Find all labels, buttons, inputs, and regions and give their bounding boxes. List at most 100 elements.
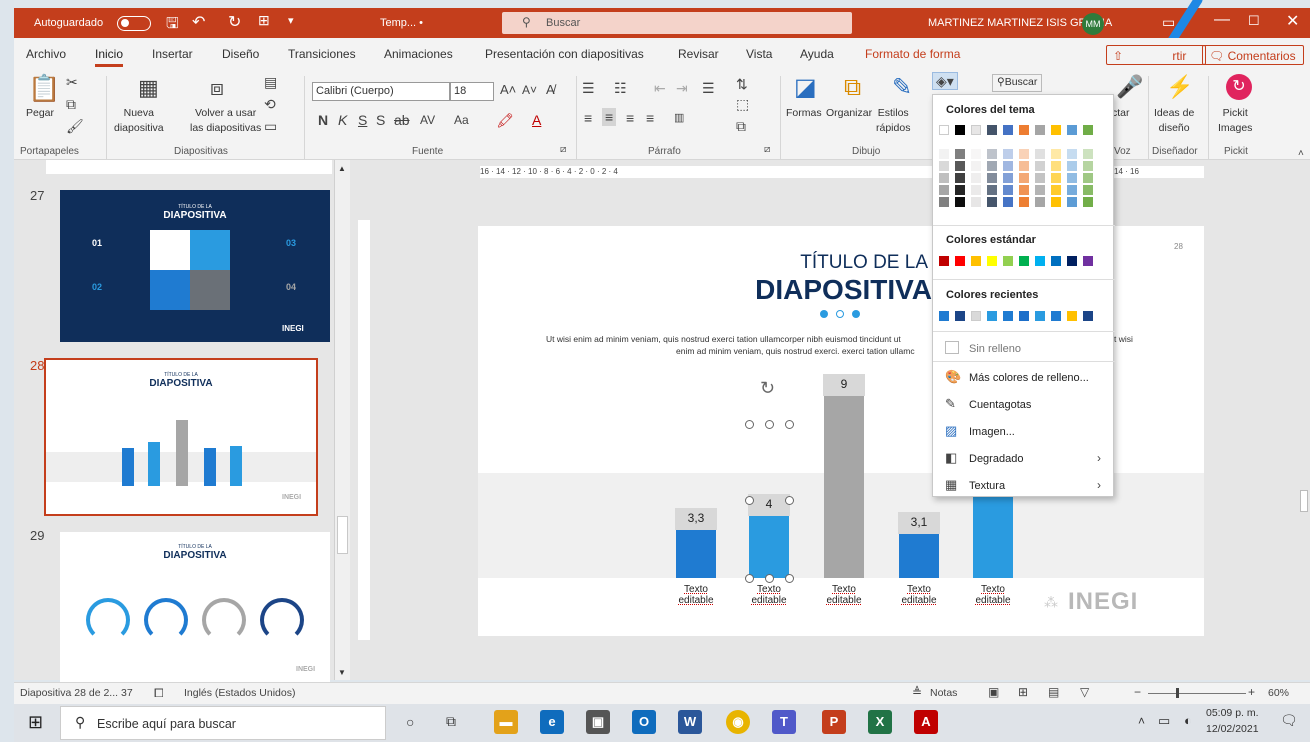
theme-shade-swatch[interactable] [1035, 161, 1045, 171]
dictate-button[interactable]: ctar [1112, 106, 1130, 121]
font-color-icon[interactable]: A [532, 112, 541, 128]
theme-color-swatch[interactable] [987, 125, 997, 135]
slide-body-line-1b[interactable]: t wisi [1114, 334, 1133, 344]
texture-item[interactable]: Textura [969, 480, 1005, 492]
format-painter-icon[interactable]: 🖌 [66, 118, 84, 134]
theme-shade-swatch[interactable] [987, 173, 997, 183]
paste-label[interactable]: Pegar [26, 106, 54, 121]
theme-shade-swatch[interactable] [1083, 173, 1093, 183]
theme-color-swatch[interactable] [1019, 125, 1029, 135]
theme-shade-swatch[interactable] [987, 197, 997, 207]
theme-shade-swatch[interactable] [1067, 173, 1077, 183]
theme-shade-swatch[interactable] [1035, 185, 1045, 195]
standard-color-swatch[interactable] [939, 256, 949, 266]
reading-view-icon[interactable]: ▤ [1048, 685, 1059, 699]
more-colors-item[interactable]: Más colores de relleno... [969, 372, 1089, 384]
tab-formato-forma[interactable]: Formato de forma [865, 47, 960, 61]
customize-qat-icon[interactable]: ▾ [288, 14, 294, 27]
layout-icon[interactable]: ▤ [264, 74, 277, 90]
selection-handle[interactable] [745, 574, 754, 583]
bar-category-label[interactable]: Texto editable [971, 584, 1015, 606]
reuse-slides-button[interactable]: Volver a usar las diapositivas [190, 106, 261, 136]
standard-color-swatch[interactable] [1051, 256, 1061, 266]
paste-icon[interactable]: 📋 [28, 74, 60, 102]
tab-archivo[interactable]: Archivo [26, 47, 66, 61]
theme-shade-swatch[interactable] [987, 161, 997, 171]
theme-shade-swatch[interactable] [1083, 185, 1093, 195]
reset-icon[interactable]: ⟲ [264, 96, 276, 112]
zoom-slider[interactable] [1148, 693, 1246, 694]
arrange-button[interactable]: Organizar [826, 106, 872, 121]
theme-color-swatch[interactable] [1035, 125, 1045, 135]
network-icon[interactable]: ▭ [1158, 713, 1170, 729]
standard-color-swatch[interactable] [987, 256, 997, 266]
pickit-button[interactable]: Pickit Images [1218, 106, 1252, 136]
notifications-icon[interactable]: 🗨 [1280, 712, 1298, 729]
align-center-icon[interactable]: ≡ [602, 108, 617, 126]
selection-handle[interactable] [745, 420, 754, 429]
standard-color-swatch[interactable] [1067, 256, 1077, 266]
comments-button[interactable]: 🗨 Comentarios [1202, 45, 1304, 65]
copy-icon[interactable]: ⧉ [66, 96, 76, 112]
theme-shade-swatch[interactable] [955, 197, 965, 207]
theme-shade-swatch[interactable] [987, 185, 997, 195]
scroll-thumb[interactable] [337, 516, 348, 554]
theme-shade-swatch[interactable] [1019, 149, 1029, 159]
columns-icon[interactable]: ▥ [674, 110, 684, 126]
shapes-icon[interactable]: ◪ [794, 74, 817, 102]
tab-insertar[interactable]: Insertar [152, 47, 193, 61]
theme-shade-swatch[interactable] [1051, 185, 1061, 195]
bar-category-label[interactable]: Texto editable [822, 584, 866, 606]
bar-value-label[interactable]: 9 [823, 373, 865, 396]
italic-button[interactable]: K [338, 112, 347, 128]
theme-shade-swatch[interactable] [1035, 173, 1045, 183]
design-ideas-icon[interactable]: ⚡ [1166, 74, 1193, 100]
zoom-in-icon[interactable]: + [1248, 685, 1255, 699]
eyedropper-item[interactable]: Cuentagotas [969, 399, 1031, 411]
thumbnail-slide-29[interactable]: TÍTULO DE LA DIAPOSITIVA INEGI [60, 532, 330, 684]
standard-color-swatch[interactable] [1003, 256, 1013, 266]
scroll-down-icon[interactable]: ▼ [338, 668, 346, 677]
justify-icon[interactable]: ≡ [646, 110, 654, 126]
cut-icon[interactable]: ✂ [66, 74, 78, 90]
search-box[interactable]: ⚲ Buscar [502, 12, 852, 34]
notes-button[interactable]: Notas [930, 687, 957, 699]
strike-icon[interactable]: ab [394, 112, 410, 128]
new-slide-icon[interactable]: ▦ [138, 76, 159, 100]
theme-shade-swatch[interactable] [1083, 149, 1093, 159]
theme-shade-swatch[interactable] [1035, 149, 1045, 159]
language[interactable]: Inglés (Estados Unidos) [184, 687, 295, 699]
bar-category-label[interactable]: Texto editable [747, 584, 791, 606]
theme-shade-swatch[interactable] [971, 161, 981, 171]
theme-shade-swatch[interactable] [955, 173, 965, 183]
bar[interactable] [824, 375, 864, 578]
recent-color-swatch[interactable] [1035, 311, 1045, 321]
chrome-icon[interactable]: ◉ [726, 710, 750, 734]
selection-handle[interactable] [765, 574, 774, 583]
acrobat-icon[interactable]: A [914, 710, 938, 734]
standard-color-swatch[interactable] [971, 256, 981, 266]
dictate-icon[interactable]: 🎤 [1116, 74, 1143, 100]
notes-icon[interactable]: ≜ [912, 685, 922, 699]
task-view-icon[interactable]: ⧉ [446, 713, 456, 730]
theme-shade-swatch[interactable] [939, 161, 949, 171]
theme-shade-swatch[interactable] [939, 197, 949, 207]
bar-value-label[interactable]: 3,3 [675, 508, 717, 531]
shapes-button[interactable]: Formas [786, 106, 822, 121]
bold-button[interactable]: N [318, 112, 328, 128]
theme-shade-swatch[interactable] [1067, 197, 1077, 207]
theme-shade-swatch[interactable] [971, 185, 981, 195]
windows-start-icon[interactable]: ⊞ [28, 712, 43, 733]
underline-button[interactable]: S [358, 112, 367, 128]
autosave-toggle[interactable] [117, 16, 151, 31]
bar-category-label[interactable]: Texto editable [897, 584, 941, 606]
recent-color-swatch[interactable] [1067, 311, 1077, 321]
theme-shade-swatch[interactable] [1019, 173, 1029, 183]
numbering-icon[interactable]: ☷ [614, 80, 627, 96]
slideshow-icon[interactable]: ▽ [1080, 685, 1089, 699]
quick-styles-icon[interactable]: ✎ [892, 74, 912, 102]
powerpoint-icon[interactable]: P [822, 710, 846, 734]
file-explorer-icon[interactable]: ▬ [494, 710, 518, 734]
standard-color-swatch[interactable] [955, 256, 965, 266]
outlook-icon[interactable]: O [632, 710, 656, 734]
